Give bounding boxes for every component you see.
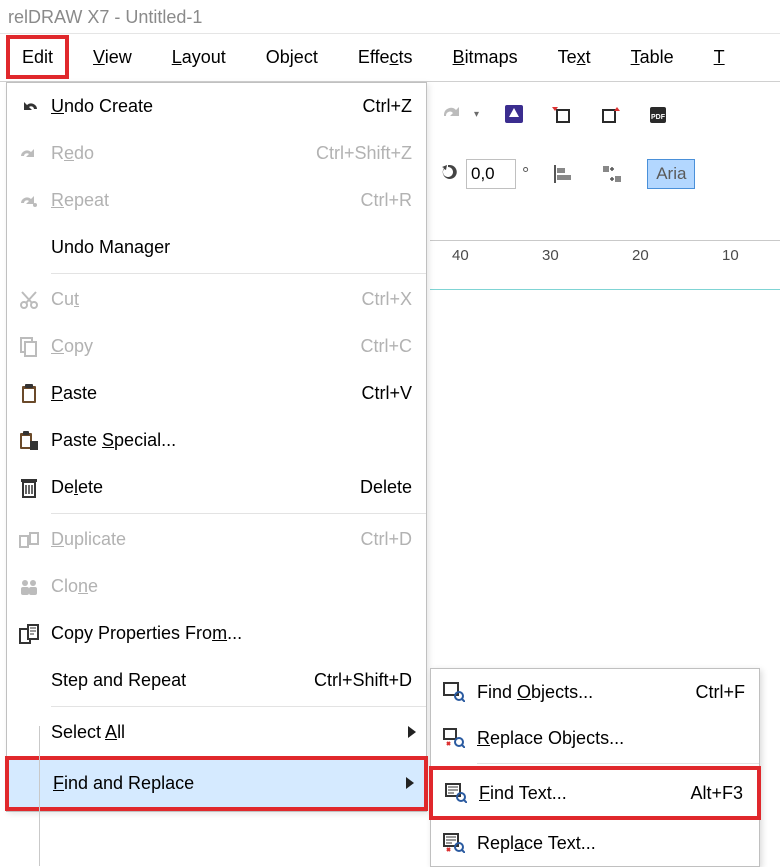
menu-edit-underline: E [22,47,34,67]
shortcut-repeat: Ctrl+R [360,190,412,211]
pdf-icon[interactable]: PDF [645,101,671,127]
shortcut-find-objects: Ctrl+F [696,682,746,703]
menu-bitmaps[interactable]: Bitmaps [433,35,538,80]
shortcut-paste: Ctrl+V [361,383,412,404]
import-icon[interactable] [549,101,575,127]
toolbar-row-1: ▾ PDF [430,86,780,142]
repeat-icon [7,193,51,209]
vertical-ruler [6,726,40,866]
menu-effects[interactable]: Effects [338,35,433,80]
shortcut-redo: Ctrl+Shift+Z [316,143,412,164]
copy-icon [7,337,51,357]
menu-text[interactable]: Text [538,35,611,80]
submenu-find-objects[interactable]: Find Objects... Ctrl+F [431,669,759,715]
menu-view[interactable]: View [73,35,152,80]
clipboard-icon [7,384,51,404]
menuitem-clone: Clone [7,563,426,610]
menuitem-copy-properties[interactable]: Copy Properties From... [7,610,426,657]
ruler-tick-20: 20 [632,247,649,264]
menuitem-undo-manager[interactable]: Undo Manager [7,224,426,271]
redo-dropdown-arrow-icon: ▾ [474,109,479,120]
menuitem-cut: Cut Ctrl+X [7,276,426,323]
menu-edit-wrap[interactable]: Edit [6,47,73,68]
trash-icon [7,478,51,498]
menu-separator [51,273,426,274]
menuitem-paste[interactable]: Paste Ctrl+V [7,370,426,417]
menu-separator [51,706,426,707]
align-left-icon[interactable] [551,161,577,187]
find-replace-submenu: Find Objects... Ctrl+F Replace Objects..… [430,668,760,867]
menuitem-undo[interactable]: Undo Create Ctrl+Z [7,83,426,130]
export-icon[interactable] [597,101,623,127]
rotation-control[interactable]: ° [440,159,529,189]
redo-icon [440,101,466,127]
shortcut-delete: Delete [360,477,412,498]
menuitem-select-all[interactable]: Select All [7,709,426,756]
submenu-separator [477,763,759,764]
menu-layout[interactable]: Layout [152,35,246,80]
menuitem-redo: Redo Ctrl+Shift+Z [7,130,426,177]
ruler-tick-40: 40 [452,247,469,264]
ruler-tick-30: 30 [542,247,559,264]
menuitem-find-replace[interactable]: Find and Replace [9,760,424,807]
scissors-icon [7,290,51,310]
menu-table[interactable]: Table [611,35,694,80]
rotation-unit: ° [522,164,529,185]
search-tool-icon[interactable] [501,101,527,127]
undo-icon [7,99,51,115]
edit-menu-dropdown: Undo Create Ctrl+Z Redo Ctrl+Shift+Z Rep… [6,82,427,812]
font-selector[interactable]: Aria [647,159,695,189]
menu-object[interactable]: Object [246,35,338,80]
submenu-arrow-icon [408,722,416,743]
distribute-icon[interactable] [599,161,625,187]
svg-text:PDF: PDF [651,114,666,121]
submenu-find-text-highlight: Find Text... Alt+F3 [429,766,761,820]
menuitem-duplicate: Duplicate Ctrl+D [7,516,426,563]
clipboard-special-icon [7,431,51,451]
ruler-tick-10: 10 [722,247,739,264]
shortcut-undo: Ctrl+Z [363,96,413,117]
menuitem-delete[interactable]: Delete Delete [7,464,426,511]
menuitem-paste-special[interactable]: Paste Special... [7,417,426,464]
shortcut-duplicate: Ctrl+D [360,529,412,550]
duplicate-icon [7,532,51,548]
replace-objects-icon [431,728,477,748]
horizontal-ruler: 40 30 20 10 [430,240,780,290]
submenu-find-text[interactable]: Find Text... Alt+F3 [433,770,757,816]
submenu-replace-objects[interactable]: Replace Objects... [431,715,759,761]
menu-tools-partial[interactable]: T [694,35,745,80]
copy-props-icon [7,624,51,644]
shortcut-copy: Ctrl+C [360,336,412,357]
shortcut-step-repeat: Ctrl+Shift+D [314,670,412,691]
redo-menu-icon [7,146,51,162]
submenu-arrow-icon [406,773,414,794]
submenu-replace-text[interactable]: Replace Text... [431,820,759,866]
clone-icon [7,578,51,596]
rotation-input[interactable] [466,159,516,189]
menuitem-repeat: Repeat Ctrl+R [7,177,426,224]
menuitem-copy: Copy Ctrl+C [7,323,426,370]
shortcut-cut: Ctrl+X [361,289,412,310]
replace-text-icon [431,833,477,853]
menu-separator [51,513,426,514]
shortcut-find-text: Alt+F3 [690,783,743,804]
menu-bar: Edit View Layout Object Effects Bitmaps … [0,34,780,82]
rotate-icon [440,162,460,187]
title-bar: relDRAW X7 - Untitled-1 [0,0,780,34]
find-objects-icon [431,682,477,702]
menuitem-step-repeat[interactable]: Step and Repeat Ctrl+Shift+D [7,657,426,704]
app-title: relDRAW X7 - Untitled-1 [8,7,202,27]
toolbar-row-2: ° Aria [430,146,780,202]
menuitem-find-replace-highlight: Find and Replace [5,756,428,811]
find-text-icon [433,783,479,803]
